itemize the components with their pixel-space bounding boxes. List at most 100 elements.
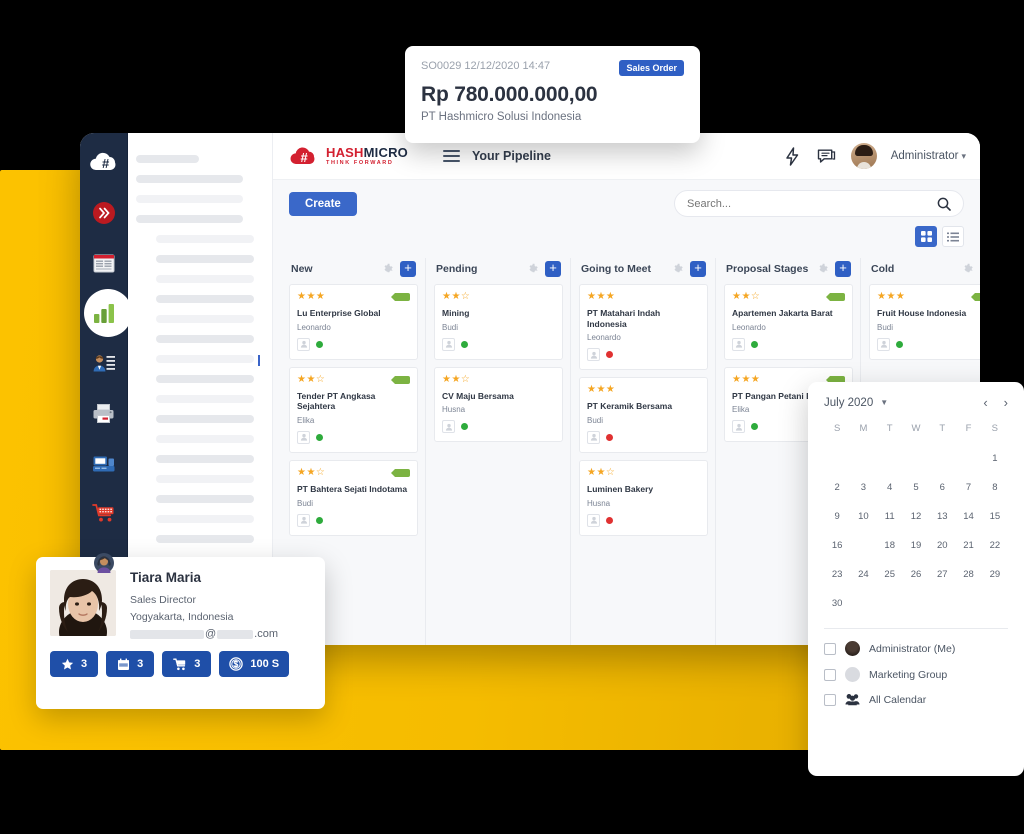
email-redaction xyxy=(130,629,204,639)
sidebar-item-pos[interactable] xyxy=(84,443,124,483)
calendar-day[interactable]: 18 xyxy=(877,536,903,556)
calendar-day[interactable]: 5 xyxy=(903,478,929,498)
rating-stars[interactable]: ★★★ xyxy=(587,292,700,302)
deal-card[interactable]: ★★★ PT Matahari Indah Indonesia Leonardo xyxy=(579,284,708,371)
calendar-day[interactable]: 1 xyxy=(982,449,1008,469)
deal-card[interactable]: ★★☆ Tender PT Angkasa Sejahtera Elika xyxy=(289,366,418,453)
calendar-day[interactable]: 22 xyxy=(982,536,1008,556)
contact-stat-dollar[interactable]: 100 S xyxy=(219,651,290,677)
calendar-day[interactable]: 2 xyxy=(824,478,850,498)
status-dot xyxy=(316,516,323,524)
deal-card[interactable]: ★★☆ Luminen Bakery Husna xyxy=(579,459,708,536)
calendar-day[interactable]: 30 xyxy=(824,594,850,614)
contact-stat-calendar[interactable]: 3 xyxy=(106,651,155,677)
calendar-day[interactable]: 3 xyxy=(850,478,876,498)
calendar-prev-button[interactable]: ‹ xyxy=(983,396,987,409)
user-avatar[interactable] xyxy=(850,143,877,169)
calendar-day-today[interactable]: 17 xyxy=(850,536,876,556)
calendar-day[interactable]: 6 xyxy=(929,478,955,498)
deal-card[interactable]: ★★☆ CV Maju Bersama Husna xyxy=(434,366,563,443)
calendar-day[interactable]: 21 xyxy=(955,536,981,556)
skeleton-bar xyxy=(156,295,255,303)
calendar-source-item[interactable]: Administrator (Me) xyxy=(824,641,1008,656)
user-menu[interactable]: Administrator ▾ xyxy=(891,150,966,162)
deal-card[interactable]: ★★★ Fruit House Indonesia Budi xyxy=(869,284,980,360)
grid-view-button[interactable] xyxy=(915,226,937,247)
calendar-day[interactable]: 16 xyxy=(824,536,850,556)
calendar-day[interactable]: 28 xyxy=(955,565,981,585)
search-input[interactable] xyxy=(687,197,937,210)
calendar-day[interactable]: 27 xyxy=(929,565,955,585)
rating-stars[interactable]: ★★★ xyxy=(877,292,980,302)
calendar-source-checkbox[interactable] xyxy=(824,642,836,655)
skeleton-bar xyxy=(136,215,244,223)
rating-stars[interactable]: ★★☆ xyxy=(587,467,700,478)
calendar-source-item[interactable]: All Calendar xyxy=(824,693,1008,706)
deal-footer xyxy=(732,337,845,351)
calendar-day[interactable]: 13 xyxy=(929,507,955,527)
calendar-day[interactable]: 11 xyxy=(877,507,903,527)
add-card-button[interactable]: + xyxy=(400,261,416,277)
calendar-source-checkbox[interactable] xyxy=(824,693,836,706)
menu-hamburger-icon[interactable] xyxy=(443,150,460,162)
rating-stars[interactable]: ★★☆ xyxy=(442,374,555,385)
deal-title: PT Keramik Bersama xyxy=(587,401,673,412)
search-box[interactable] xyxy=(674,190,964,217)
calendar-day[interactable]: 29 xyxy=(982,565,1008,585)
rating-stars[interactable]: ★★★ xyxy=(587,385,700,395)
list-view-button[interactable] xyxy=(942,226,964,247)
deal-card[interactable]: ★★☆ Mining Budi xyxy=(434,284,563,360)
gear-icon[interactable] xyxy=(381,263,394,276)
sales-order-badge: Sales Order xyxy=(619,60,684,76)
rating-stars[interactable]: ★★☆ xyxy=(442,292,555,302)
contact-stat-cart[interactable]: 3 xyxy=(162,651,212,677)
calendar-day[interactable]: 8 xyxy=(982,478,1008,498)
calendar-day[interactable]: 25 xyxy=(877,565,903,585)
deal-card[interactable]: ★★★ Lu Enterprise Global Leonardo xyxy=(289,284,418,360)
calendar-day[interactable]: 14 xyxy=(955,507,981,527)
gear-icon[interactable] xyxy=(671,263,684,276)
add-card-button[interactable]: + xyxy=(835,261,851,277)
gear-icon[interactable] xyxy=(526,263,539,276)
calendar-day[interactable]: 26 xyxy=(903,565,929,585)
sidebar-item-contacts[interactable] xyxy=(84,343,124,383)
calendar-day[interactable]: 10 xyxy=(850,507,876,527)
brand-name-first: HASH xyxy=(326,144,364,160)
calendar-source-item[interactable]: Marketing Group xyxy=(824,667,1008,682)
deal-card[interactable]: ★★☆ Apartemen Jakarta Barat Leonardo xyxy=(724,284,853,360)
lightning-bolt-icon[interactable] xyxy=(783,146,803,166)
sales-order-card: SO0029 12/12/2020 14:47 Sales Order Rp 7… xyxy=(405,46,700,143)
sidebar-item-collapse[interactable] xyxy=(84,193,124,233)
calendar-blank xyxy=(929,449,955,469)
status-dot xyxy=(316,340,323,348)
contact-stat-star[interactable]: 3 xyxy=(50,651,99,677)
star-icon xyxy=(61,658,74,671)
contact-role: Sales Director xyxy=(130,594,196,606)
gear-icon[interactable] xyxy=(961,263,974,276)
calendar-day[interactable]: 7 xyxy=(955,478,981,498)
calendar-day[interactable]: 9 xyxy=(824,507,850,527)
calendar-day[interactable]: 15 xyxy=(982,507,1008,527)
deal-owner: Budi xyxy=(297,498,314,508)
create-button[interactable]: Create xyxy=(289,191,357,216)
deal-card[interactable]: ★★★ PT Keramik Bersama Budi xyxy=(579,377,708,453)
calendar-day[interactable]: 12 xyxy=(903,507,929,527)
calendar-day[interactable]: 20 xyxy=(929,536,955,556)
calendar-day[interactable]: 4 xyxy=(877,478,903,498)
chat-bubble-icon[interactable] xyxy=(817,146,837,166)
deal-card[interactable]: ★★☆ PT Bahtera Sejati Indotama Budi xyxy=(289,459,418,536)
gear-icon[interactable] xyxy=(816,263,829,276)
sidebar-item-purchasing[interactable] xyxy=(84,493,124,533)
sidebar-item-printing[interactable] xyxy=(84,393,124,433)
sidebar-item-reports[interactable] xyxy=(83,289,132,337)
calendar-day[interactable]: 24 xyxy=(850,565,876,585)
calendar-source-checkbox[interactable] xyxy=(824,668,836,681)
calendar-next-button[interactable]: › xyxy=(1004,396,1008,409)
calendar-day[interactable]: 23 xyxy=(824,565,850,585)
calendar-day[interactable]: 19 xyxy=(903,536,929,556)
sidebar-item-news[interactable] xyxy=(84,243,124,283)
add-card-button[interactable]: + xyxy=(545,261,561,277)
add-card-button[interactable]: + xyxy=(690,261,706,277)
svg-text:#: # xyxy=(102,156,110,171)
chevron-down-icon[interactable]: ▼ xyxy=(880,398,888,407)
